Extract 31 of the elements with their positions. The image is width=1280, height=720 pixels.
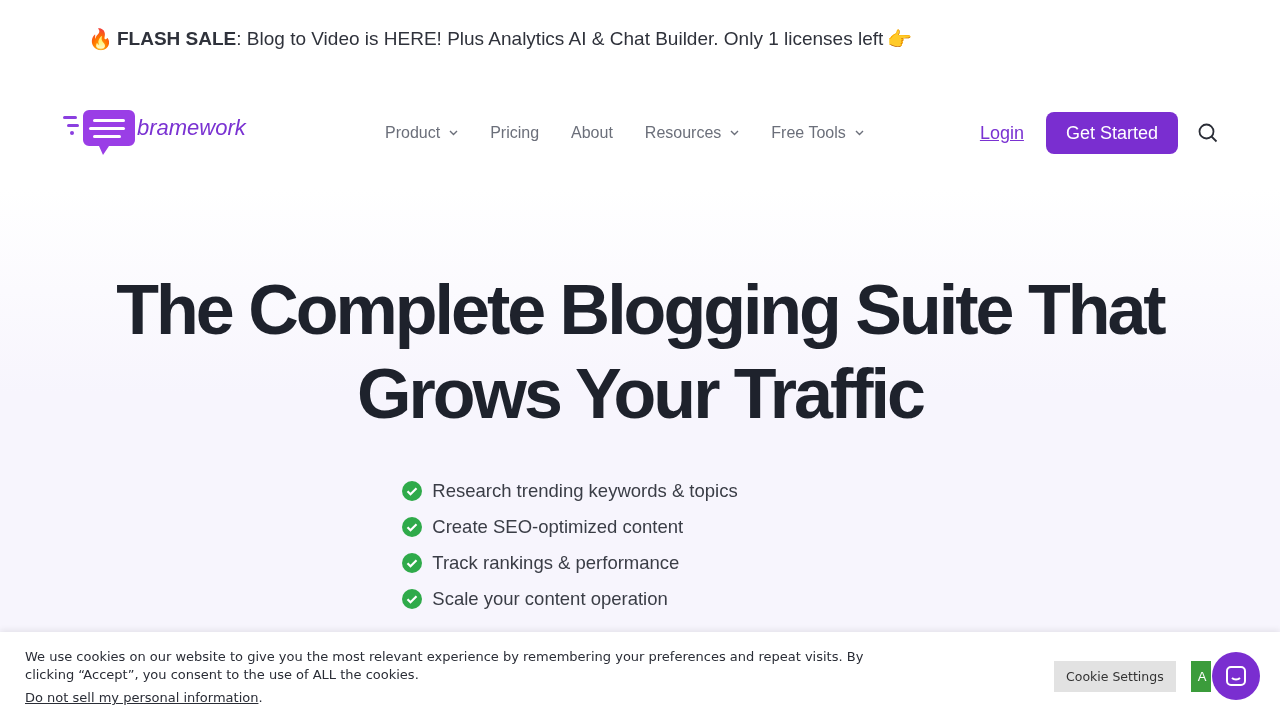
- chat-icon: [1225, 665, 1247, 687]
- nav-link[interactable]: Free Tools: [771, 124, 864, 142]
- announcement-text: FLASH SALE: Blog to Video is HERE! Plus Analytics AI & Chat Builder. Only 1 licenses left: [117, 28, 884, 50]
- logo-wordmark[interactable]: bramework: [137, 115, 246, 141]
- chevron-down-icon: [449, 130, 459, 136]
- cookie-optout-text: Do not sell my personal information.: [25, 689, 264, 707]
- nav-link[interactable]: Pricing: [490, 124, 540, 142]
- fire-emoji-icon: 🔥: [88, 27, 113, 51]
- feature-text: Create SEO-optimized content: [432, 516, 684, 538]
- do-not-sell-link[interactable]: Do not sell my personal information: [25, 690, 259, 705]
- cookie-settings-button[interactable]: Cookie Settings: [1054, 661, 1176, 692]
- cookie-consent-text: We use cookies on our website to give you the most relevant experience by remembering your preferences and repeat visits. By clicking “Accept”, you consent to the use of ALL the cookies.: [25, 648, 865, 684]
- feature-text: Track rankings & performance: [432, 552, 680, 574]
- check-circle-icon: [402, 517, 423, 537]
- check-circle-icon: [402, 589, 423, 609]
- nav-link[interactable]: Product: [385, 124, 459, 142]
- get-started-button[interactable]: Get Started: [1045, 112, 1178, 154]
- search-icon[interactable]: [1198, 123, 1218, 143]
- nav-link[interactable]: Resources: [644, 124, 740, 142]
- feature-text: Research trending keywords & topics: [432, 480, 738, 502]
- check-circle-icon: [402, 553, 423, 573]
- speech-bubble-logo-icon[interactable]: [63, 110, 135, 156]
- pointing-hand-icon: 👉: [887, 27, 913, 51]
- check-circle-icon: [402, 481, 423, 501]
- feature-text: Scale your content operation: [432, 588, 668, 610]
- nav-link[interactable]: About: [571, 124, 613, 142]
- hero-title: The Complete Blogging Suite That Grows Your Traffic: [115, 270, 1166, 435]
- accept-button[interactable]: A: [1190, 661, 1211, 692]
- login-link[interactable]: Login: [979, 122, 1024, 144]
- chevron-down-icon: [854, 130, 864, 136]
- chevron-down-icon: [730, 130, 740, 136]
